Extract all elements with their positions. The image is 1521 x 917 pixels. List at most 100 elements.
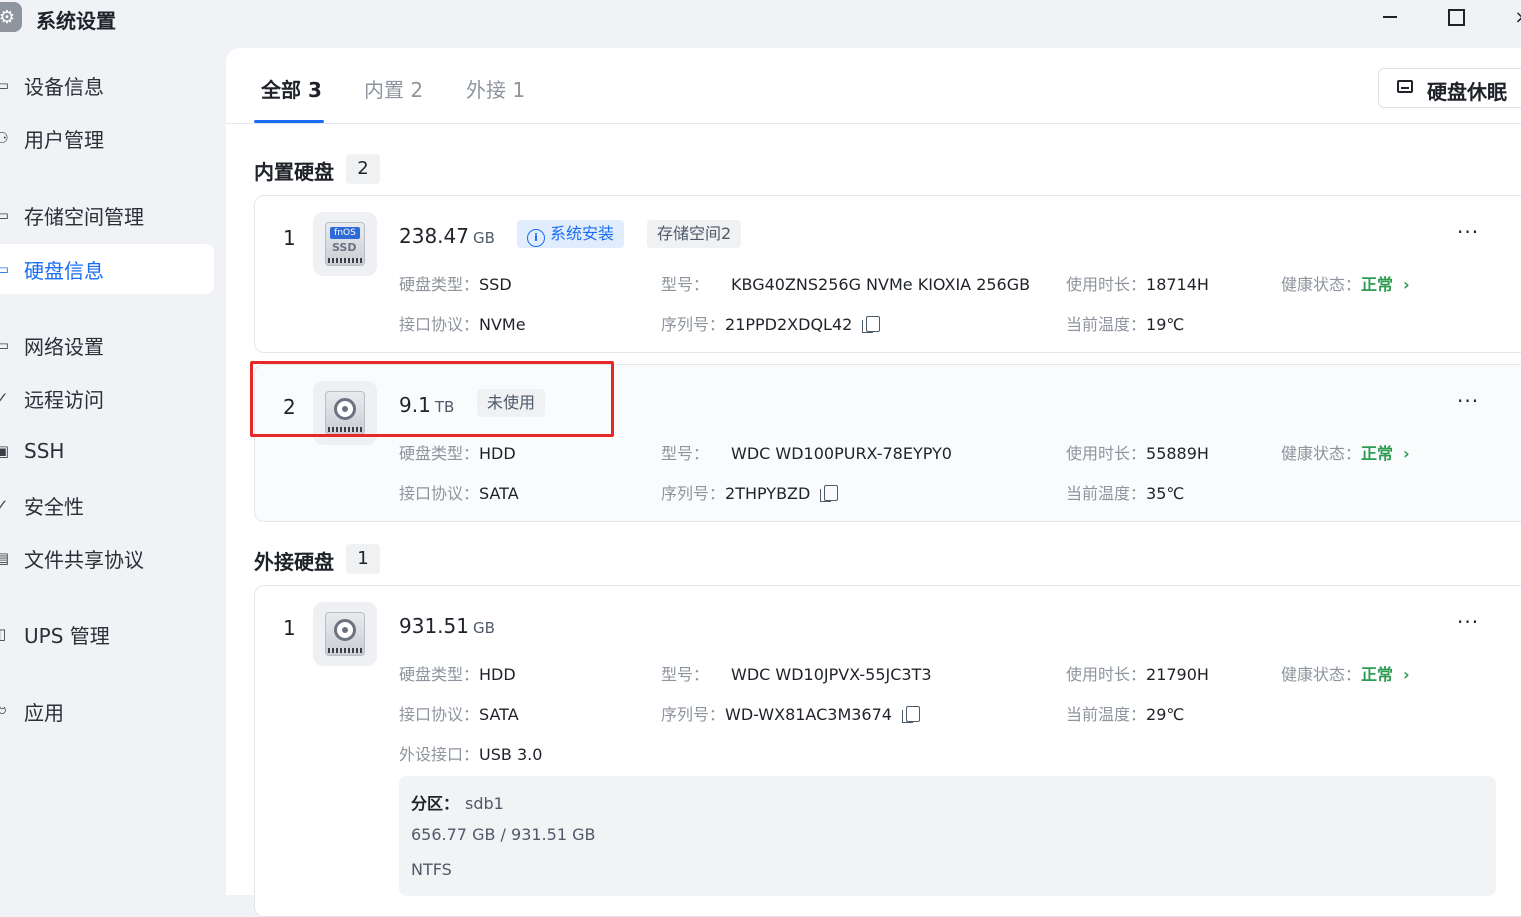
partition-value: sdb1 [465,794,504,813]
sidebar-item-label: 应用 [24,700,64,725]
apps-icon: ဗ [0,700,7,718]
field-value: 19℃ [1146,315,1185,334]
sidebar-item-label: 硬盘信息 [24,258,104,283]
section-count-external: 1 [346,544,380,574]
field-key: 当前温度： [1066,705,1147,724]
field-key: 型号： [661,665,710,684]
disk-serial: 序列号：21PPD2XDQL42 [661,311,881,335]
disk-health[interactable]: 健康状态：正常 › [1281,440,1410,464]
connector-pins [328,648,362,653]
copy-icon[interactable] [862,316,881,333]
field-key: 健康状态： [1281,444,1362,463]
field-key: 健康状态： [1281,665,1362,684]
device-icon: ▭ [0,76,10,94]
tag-unused: 未使用 [477,389,546,417]
tab-all[interactable]: 全部 3 [261,74,322,103]
sidebar: ▭ 设备信息 ⚇ 用户管理 ▭ 存储空间管理 ▭ 硬盘信息 ▭ 网络设置 ✓ 远… [0,48,226,895]
more-options-button[interactable]: ··· [1457,389,1479,413]
disk-model: 型号： WDC WD10JPVX-55JC3T3 [661,661,932,685]
tag-label: 系统安装 [550,224,615,243]
field-key: 序列号： [661,315,726,334]
partition-panel: 分区： sdb1 656.77 GB / 931.51 GB NTFS [399,776,1496,896]
copy-icon[interactable] [820,485,839,502]
sidebar-item-security[interactable]: ✓ 安全性 [0,480,214,530]
sidebar-item-file-sharing[interactable]: ▤ 文件共享协议 [0,533,214,583]
field-key: 接口协议： [399,315,480,334]
sidebar-item-ssh[interactable]: ▣ SSH [0,426,214,476]
disk-type: 硬盘类型：HDD [399,661,516,685]
sidebar-item-disk-info[interactable]: ▭ 硬盘信息 [0,244,214,294]
disk-icon: ▭ [0,260,10,278]
hdd-body [325,612,365,656]
field-value: NVMe [479,315,526,334]
sidebar-item-ups[interactable]: ▯ UPS 管理 [0,609,214,659]
disk-type: 硬盘类型：HDD [399,440,516,464]
disk-model: 型号： WDC WD100PURX-78EYPY0 [661,440,952,464]
sidebar-item-label: SSH [24,439,65,463]
sidebar-item-network[interactable]: ▭ 网络设置 [0,320,214,370]
more-options-button[interactable]: ··· [1457,220,1479,244]
health-status: 正常 [1361,275,1394,294]
close-button[interactable]: × [1507,4,1521,30]
capacity-value: 931.51 [399,614,469,638]
capacity-value: 238.47 [399,224,469,248]
sidebar-item-label: 存储空间管理 [24,204,144,229]
minimize-button[interactable] [1375,4,1405,30]
disk-sleep-label: 硬盘休眠 [1427,80,1507,104]
disk-hours: 使用时长：55889H [1066,440,1209,464]
disk-interface: 接口协议：NVMe [399,311,526,335]
field-value: WDC WD100PURX-78EYPY0 [731,444,952,463]
connector-pins [328,427,362,432]
sidebar-item-apps[interactable]: ဗ 应用 [0,686,214,736]
disk-interface: 接口协议：SATA [399,701,519,725]
sidebar-item-device-info[interactable]: ▭ 设备信息 [0,60,214,110]
field-value: HDD [479,444,516,463]
disk-index: 2 [283,395,296,419]
capacity-unit: GB [472,229,495,247]
field-value: SATA [479,705,519,724]
disk-health[interactable]: 健康状态：正常 › [1281,271,1410,295]
ups-icon: ▯ [0,625,7,643]
maximize-button[interactable] [1441,4,1471,30]
disk-sleep-icon [1397,80,1413,93]
info-icon: i [527,229,545,247]
disk-type: 硬盘类型：SSD [399,271,512,295]
sidebar-item-remote-access[interactable]: ✓ 远程访问 [0,373,214,423]
disk-card: 1 931.51 GB ··· 硬盘类型：HDD 型号： WDC WD10JPVX-… [254,585,1521,917]
tab-external[interactable]: 外接 1 [466,74,525,103]
more-options-button[interactable]: ··· [1457,610,1479,634]
field-key: 健康状态： [1281,275,1362,294]
ssd-body: fnOS SSD [325,222,365,266]
shield-icon: ✓ [0,496,9,514]
title-bar: ⚙ 系统设置 × [0,0,1521,40]
field-key: 硬盘类型： [399,275,480,294]
field-value: SSD [479,275,512,294]
field-value: WDC WD10JPVX-55JC3T3 [731,665,932,684]
field-key: 型号： [661,444,710,463]
field-value: USB 3.0 [479,745,543,764]
disk-health[interactable]: 健康状态：正常 › [1281,661,1410,685]
sidebar-item-label: 用户管理 [24,127,104,152]
tab-internal[interactable]: 内置 2 [364,74,423,103]
partition-filesystem: NTFS [411,860,452,879]
sidebar-item-storage[interactable]: ▭ 存储空间管理 [0,190,214,240]
tag-storage-space: 存储空间2 [647,220,742,248]
disk-temperature: 当前温度：19℃ [1066,311,1184,335]
capacity-unit: TB [434,398,455,416]
field-value: WD-WX81AC3M3674 [725,705,892,724]
copy-icon[interactable] [901,706,920,723]
disk-sleep-button[interactable]: 硬盘休眠 [1378,68,1521,108]
sidebar-item-user-management[interactable]: ⚇ 用户管理 [0,113,214,163]
sidebar-item-label: 网络设置 [24,334,104,359]
main-panel: 全部 3 内置 2 外接 1 硬盘休眠 内置硬盘 2 1 fnOS SSD 23… [226,48,1521,917]
ssd-icon: fnOS SSD [313,212,377,276]
field-key: 使用时长： [1066,275,1147,294]
field-key: 接口协议： [399,484,480,503]
disk-temperature: 当前温度：29℃ [1066,701,1184,725]
field-value: HDD [479,665,516,684]
disk-interface: 接口协议：SATA [399,480,519,504]
disk-temperature: 当前温度：35℃ [1066,480,1184,504]
disk-card: 2 9.1 TB 未使用 ··· 硬盘类型：HDD 型号： WDC WD100PUR… [254,364,1521,522]
disk-port: 外设接口：USB 3.0 [399,741,542,765]
capacity-unit: GB [472,619,495,637]
